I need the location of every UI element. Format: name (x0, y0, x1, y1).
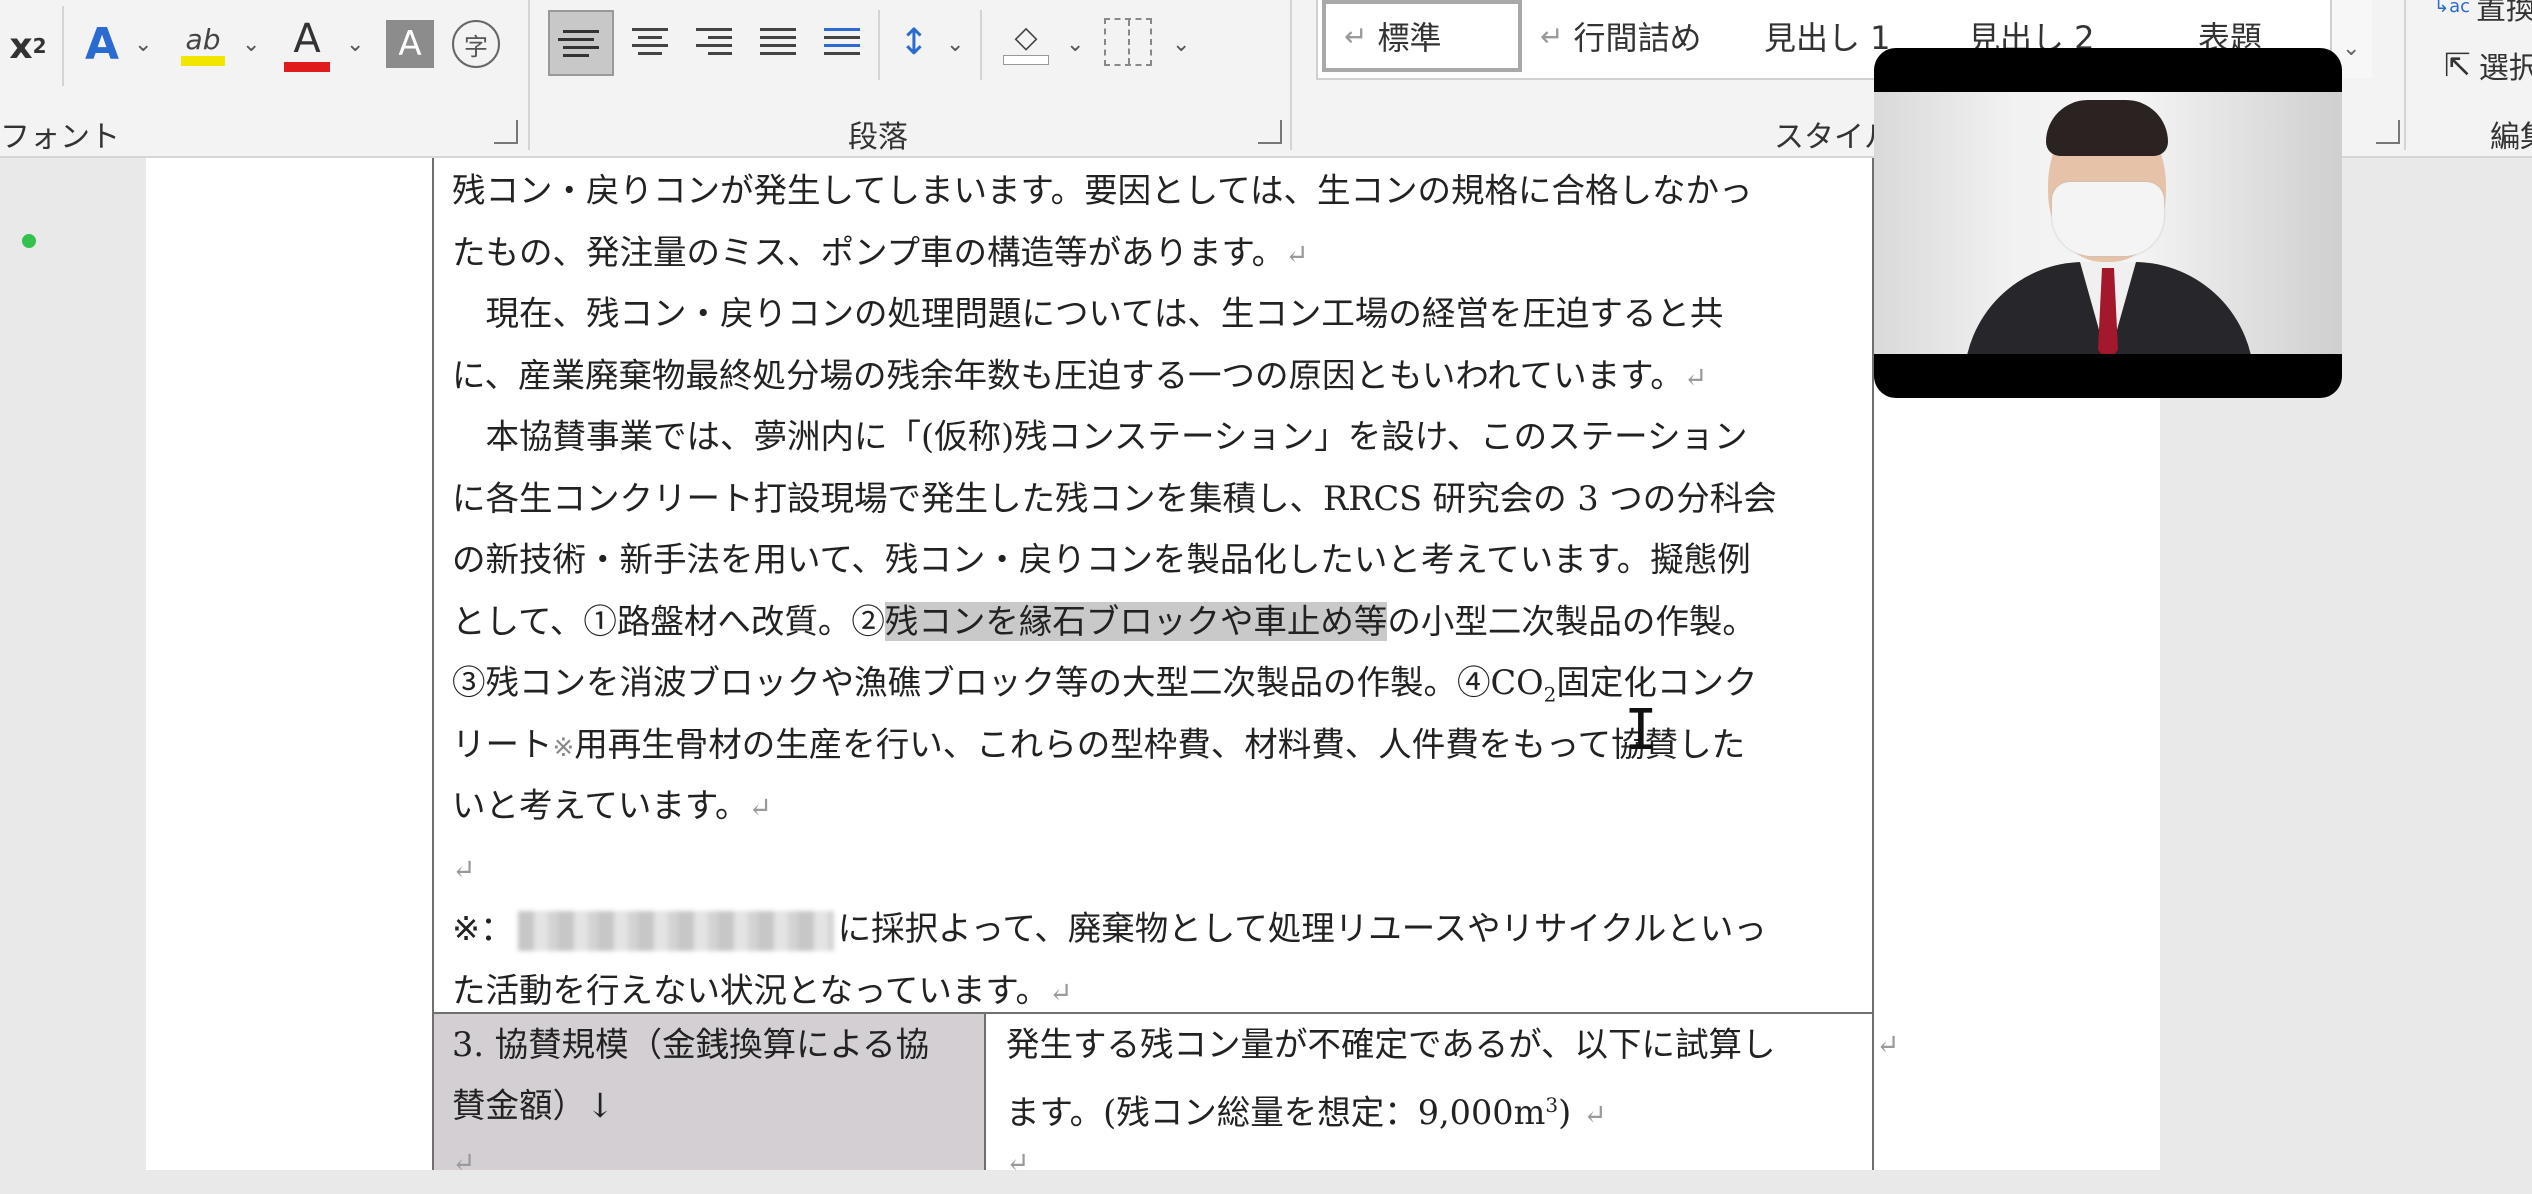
select-label: 選択 (2478, 51, 2532, 86)
align-left-icon[interactable] (548, 10, 614, 76)
superscript: 3 (1545, 1093, 1559, 1117)
cursor-arrow-icon: ⇱ (2444, 46, 2471, 84)
text-line: に、産業廃棄物最終処分場の残余年数も圧迫する一つの原因ともいわれています。↵ (452, 345, 1852, 407)
chevron-down-icon[interactable]: ⌄ (346, 32, 364, 57)
divider (62, 6, 64, 86)
enclose-character-icon[interactable]: 字 (452, 20, 500, 68)
paragraph-mark: ↵ (1048, 975, 1073, 1009)
text-run: として、①路盤材へ改質。② (452, 601, 885, 641)
paragraph-group-label: 段落 (848, 120, 908, 155)
style-normal[interactable]: ↵ 標準 (1322, 0, 1522, 72)
paragraph-mark: ↵ (1285, 237, 1309, 271)
divider (2404, 0, 2406, 150)
chevron-down-icon[interactable]: ⌄ (2342, 36, 2360, 61)
font-color-icon[interactable]: A (280, 14, 334, 74)
style-label: 標準 (1377, 19, 1442, 57)
paragraph-mark: ↵ (1006, 1146, 1030, 1179)
font-group-label: フォント (0, 120, 120, 155)
text-line: 現在、残コン・戻りコンの処理問題については、生コン工場の経営を圧迫すると共 (452, 294, 1724, 333)
participant-mask (2052, 182, 2164, 256)
borders-icon[interactable] (1104, 18, 1152, 66)
superscript-button[interactable]: x2 (0, 18, 56, 74)
paragraph-mark: ↵ (1683, 360, 1708, 394)
text-run: に採択よって、廃棄物として処理リユースやリサイクルといっ (837, 909, 1767, 948)
empty-line: ↵ (452, 837, 1852, 899)
align-center-icon[interactable] (620, 10, 680, 72)
divider (878, 10, 880, 80)
text-run: 用再生骨材の生産を行い、これらの型枠費、材料費、人件費をもって協賛した (574, 724, 1746, 764)
text-run: た活動を行えない状況となっています。 (452, 970, 1049, 1010)
text-line: たもの、発注量のミス、ポンプ車の構造等があります。↵ (452, 222, 1852, 284)
text-line: 本協賛事業では、夢洲内に「(仮称)残コンステーション」を設け、このステーション (452, 417, 1748, 456)
table-cell-value-line: 発生する残コン量が不確定であるが、以下に試算し (1006, 1014, 1776, 1076)
text-run: 固定化コンク (1556, 663, 1758, 702)
distributed-icon[interactable] (812, 10, 872, 72)
text-run: いと考えています。 (452, 786, 749, 825)
paragraph-mark: ↵ (1540, 19, 1564, 53)
text-effects-icon[interactable]: A (76, 16, 128, 72)
table-cell-heading-line: 3. 協賛規模（金銭換算による協 (452, 1025, 930, 1064)
text-run: ます。(残コン総量を想定：9,000m (1006, 1093, 1546, 1133)
table-cell-value-line: ます。(残コン総量を想定：9,000m3) ↵ (1006, 1075, 1607, 1146)
shading-icon[interactable]: ◇ (998, 14, 1054, 70)
chevron-down-icon[interactable]: ⌄ (134, 32, 152, 57)
text-line: いと考えています。↵ (452, 775, 1852, 837)
text-line: 残コン・戻りコンが発生してしまいます。要因としては、生コンの規格に合格しなかっ (452, 171, 1753, 210)
text-run: ) (1558, 1093, 1572, 1133)
select-button[interactable]: ⇱選択 (2444, 40, 2532, 90)
text-run: 発生する残コン量が不確定であるが、以下に試算し (1006, 1025, 1776, 1064)
text-line: の新技術・新手法を用いて、残コン・戻りコンを製品化したいと考えています。擬態例 (452, 540, 1751, 579)
align-right-icon[interactable] (684, 10, 744, 72)
table-cell-heading-line: 賛金額）↓ (452, 1086, 615, 1125)
character-shading-icon[interactable]: A (386, 20, 434, 68)
document-body[interactable]: 残コン・戻りコンが発生してしまいます。要因としては、生コンの規格に合格しなかっ … (452, 160, 1852, 1021)
subscript: 2 (1543, 682, 1557, 707)
text-line: に各生コンクリート打設現場で発生した残コンを集積し、RRCS 研究会の 3 つの… (452, 478, 1777, 518)
styles-dialog-launcher[interactable] (2376, 120, 2400, 144)
replace-button[interactable]: ↳ac 置換 (2434, 0, 2532, 27)
paragraph-mark: ↵ (748, 791, 772, 824)
selected-text[interactable]: 残コンを縁石ブロックや車止め等 (884, 601, 1388, 641)
editing-group-label: 編集 (2490, 120, 2532, 155)
paragraph-mark: ↵ (1344, 19, 1368, 53)
chevron-down-icon[interactable]: ⌄ (1172, 32, 1190, 57)
line-spacing-icon[interactable]: ↕ (886, 14, 942, 70)
divider (980, 10, 982, 80)
redacted-text (517, 911, 834, 951)
divider (528, 0, 530, 150)
font-dialog-launcher[interactable] (494, 120, 518, 144)
text-cursor-icon: I (1624, 698, 1658, 763)
text-run: に、産業廃棄物最終処分場の残余年数も圧迫する一つの原因ともいわれています。 (452, 355, 1684, 395)
chevron-down-icon[interactable]: ⌄ (242, 32, 260, 57)
text-run: の小型二次製品の作製。 (1387, 601, 1756, 641)
text-run: ③残コンを消波ブロックや漁礁ブロック等の大型二次製品の作製。④CO (452, 663, 1544, 702)
paragraph-mark: ↵ (452, 852, 476, 886)
paragraph-mark: ↵ (452, 1146, 476, 1179)
chevron-down-icon[interactable]: ⌄ (946, 32, 964, 57)
style-heading-1[interactable]: 見出し 1 (1764, 0, 1891, 72)
text-run: たもの、発注量のミス、ポンプ車の構造等があります。 (452, 232, 1286, 272)
text-line: として、①路盤材へ改質。②残コンを縁石ブロックや車止め等の小型二次製品の作製。 (452, 591, 1852, 653)
note-mark: ※ (552, 732, 575, 763)
replace-icon: ↳ac (2434, 0, 2471, 17)
style-no-spacing[interactable]: ↵ 行間詰め (1540, 0, 1701, 72)
text-run: リート (452, 724, 553, 764)
participant-video (1874, 92, 2342, 354)
highlight-icon[interactable]: ab (176, 14, 230, 74)
paragraph-dialog-launcher[interactable] (1258, 120, 1282, 144)
text-run: ※： (452, 909, 514, 948)
chevron-down-icon[interactable]: ⌄ (1066, 32, 1084, 57)
text-line: ※： に採択よって、廃棄物として処理リユースやリサイクルといっ (452, 898, 1852, 960)
end-of-row-mark: ↵ (1876, 1028, 1900, 1061)
status-dot (22, 234, 36, 248)
participant-hair (2046, 100, 2168, 156)
paragraph-mark: ↵ (1583, 1098, 1607, 1132)
style-label: 行間詰め (1573, 19, 1702, 57)
justify-icon[interactable] (748, 10, 808, 72)
video-call-thumbnail[interactable] (1874, 48, 2342, 398)
style-label: 見出し 1 (1764, 19, 1891, 57)
divider (1290, 0, 1292, 150)
replace-label: 置換 (2476, 0, 2532, 27)
